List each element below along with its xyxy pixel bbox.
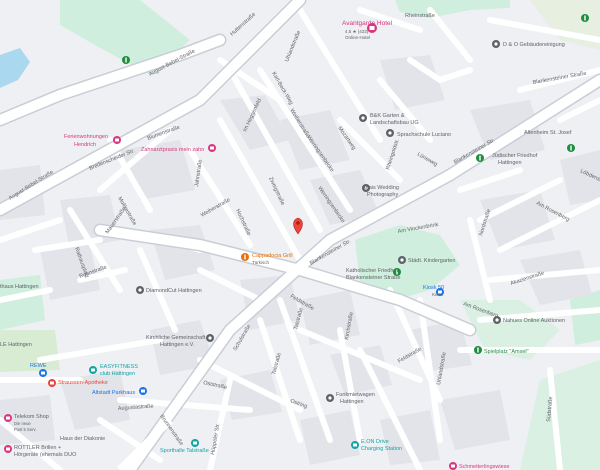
place-label: Schmetterlingswiese [459, 464, 509, 470]
place-label-sub: Post 5 Serv. [14, 427, 37, 432]
dentist-marker[interactable] [208, 144, 216, 152]
school-marker[interactable] [398, 256, 406, 264]
restaurant-marker[interactable] [241, 253, 249, 261]
street-label: Rheinstraße [405, 13, 435, 19]
cemetery-marker[interactable] [476, 154, 484, 162]
place-label: Kirchliche Gemeinschaft [146, 335, 206, 341]
business-marker[interactable] [493, 316, 501, 324]
shop-marker[interactable] [449, 462, 457, 470]
place-label: Telekom Shop [14, 414, 49, 420]
place-label: Sprachschule Luciano [397, 132, 451, 138]
place-label: DiamondCut Hattingen [146, 288, 202, 294]
place-label-sub: Online-Hotel [345, 35, 370, 40]
parking-marker[interactable] [139, 387, 147, 395]
place-label: D & O Gebäudereinigung [503, 42, 565, 48]
place-label: Straussen-Apotheke [58, 380, 108, 386]
place-label: Spielplatz "Amsel" [484, 349, 529, 355]
business-marker[interactable] [359, 114, 367, 122]
place-label: Landschaftsbau UG [370, 120, 419, 126]
playground-marker[interactable] [474, 346, 482, 354]
place-label: Nahues Online Auktionen [503, 318, 565, 324]
place-label: Hattingen e.V. [160, 342, 195, 348]
church-marker[interactable] [206, 334, 214, 342]
place-label: Altenheim St. Josef [524, 130, 572, 136]
place-label: Photography [367, 192, 398, 198]
pharmacy-marker[interactable] [48, 379, 56, 387]
place-label: Charging Station [361, 446, 402, 452]
school-marker[interactable] [386, 129, 394, 137]
lodging-marker[interactable] [113, 136, 121, 144]
place-label: Sporthalle Talstraße [160, 448, 209, 454]
place-label: Städt. Kindergarten [408, 258, 455, 264]
place-rating: 4,5 ★ (433) [345, 29, 369, 34]
place-label: Hattingen [498, 160, 522, 166]
business-marker[interactable] [492, 40, 500, 48]
place-label: B&K Garten & [370, 113, 405, 119]
jewelry-marker[interactable] [136, 286, 144, 294]
gym-marker[interactable] [89, 366, 97, 374]
place-label: Avantgarde Hotel [342, 20, 393, 27]
place-label: Jüdischer Friedhof [492, 153, 538, 159]
place-label: ROTTLER Brillen + [14, 445, 61, 451]
place-label: Blankensteiner Straße [346, 275, 400, 281]
map-layer[interactable]: Huttenstraße August-Bebel-Straße August-… [0, 0, 600, 470]
place-label: REWE [30, 363, 47, 369]
place-label: Funkmietwagen [336, 392, 375, 398]
place-label: Anais Wedding [362, 185, 399, 191]
place-label-sub: Kiosk [432, 292, 444, 297]
place-label-sub: Türkisch [252, 260, 269, 265]
place-label: Haus der Diakonie [60, 436, 105, 442]
place-label: Hörgeräte (ehemals DUO [14, 452, 77, 458]
park-marker[interactable] [581, 14, 589, 22]
map-canvas[interactable]: Huttenstraße August-Bebel-Straße August-… [0, 0, 600, 470]
taxi-marker[interactable] [326, 394, 334, 402]
place-label: Kiosk 50 [423, 285, 444, 291]
cemetery-marker[interactable] [567, 144, 575, 152]
place-label: Hendrich [74, 142, 96, 148]
park-marker[interactable] [122, 56, 130, 64]
place-label: EASYFITNESS [100, 364, 138, 370]
ev-charger-marker[interactable] [351, 441, 359, 449]
shop-marker[interactable] [4, 445, 12, 453]
sports-marker[interactable] [191, 439, 199, 447]
place-label: Katholischer Friedhof, [346, 268, 400, 274]
place-label: Zahnarztpraxis mein zahn [141, 147, 204, 153]
supermarket-marker[interactable] [39, 369, 47, 377]
place-label-sub: Die neue [14, 421, 31, 426]
place-label: thaus Hattingen [0, 284, 39, 290]
place-label: Ferienwohnungen [64, 134, 108, 140]
telekom-marker[interactable] [4, 414, 12, 422]
place-label: Hattingen [340, 399, 364, 405]
place-label: club Hattingen [100, 371, 135, 377]
place-label: Altstadt Parkhaus [92, 390, 135, 396]
place-label: Cappadocia Grill [252, 253, 293, 259]
place-label: LE Hattingen [0, 342, 32, 348]
place-label: E.ON Drive [361, 439, 389, 445]
